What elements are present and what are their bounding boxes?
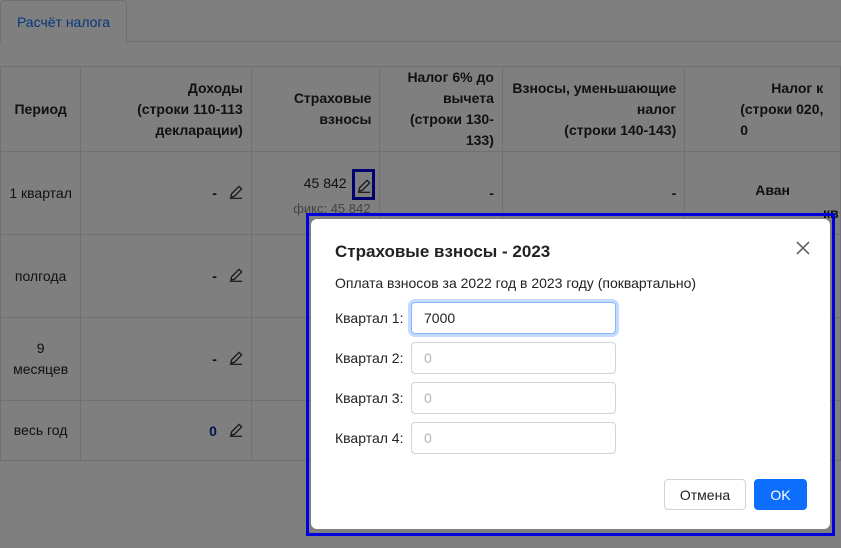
quarter-2-label: Квартал 2:: [335, 350, 404, 366]
quarter-1-input[interactable]: [411, 302, 616, 334]
quarter-4-input[interactable]: [411, 422, 616, 454]
insurance-modal: Страховые взносы - 2023 Оплата взносов з…: [311, 219, 830, 529]
modal-subtitle: Оплата взносов за 2022 год в 2023 году (…: [335, 275, 697, 291]
quarter-4-label: Квартал 4:: [335, 430, 404, 446]
ok-button[interactable]: OK: [754, 479, 807, 510]
cancel-button[interactable]: Отмена: [664, 479, 746, 510]
close-icon[interactable]: [793, 238, 813, 258]
quarter-3-input[interactable]: [411, 382, 616, 414]
modal-title: Страховые взносы - 2023: [335, 242, 551, 261]
quarter-2-input[interactable]: [411, 342, 616, 374]
quarter-3-label: Квартал 3:: [335, 390, 404, 406]
quarter-1-label: Квартал 1:: [335, 310, 404, 326]
